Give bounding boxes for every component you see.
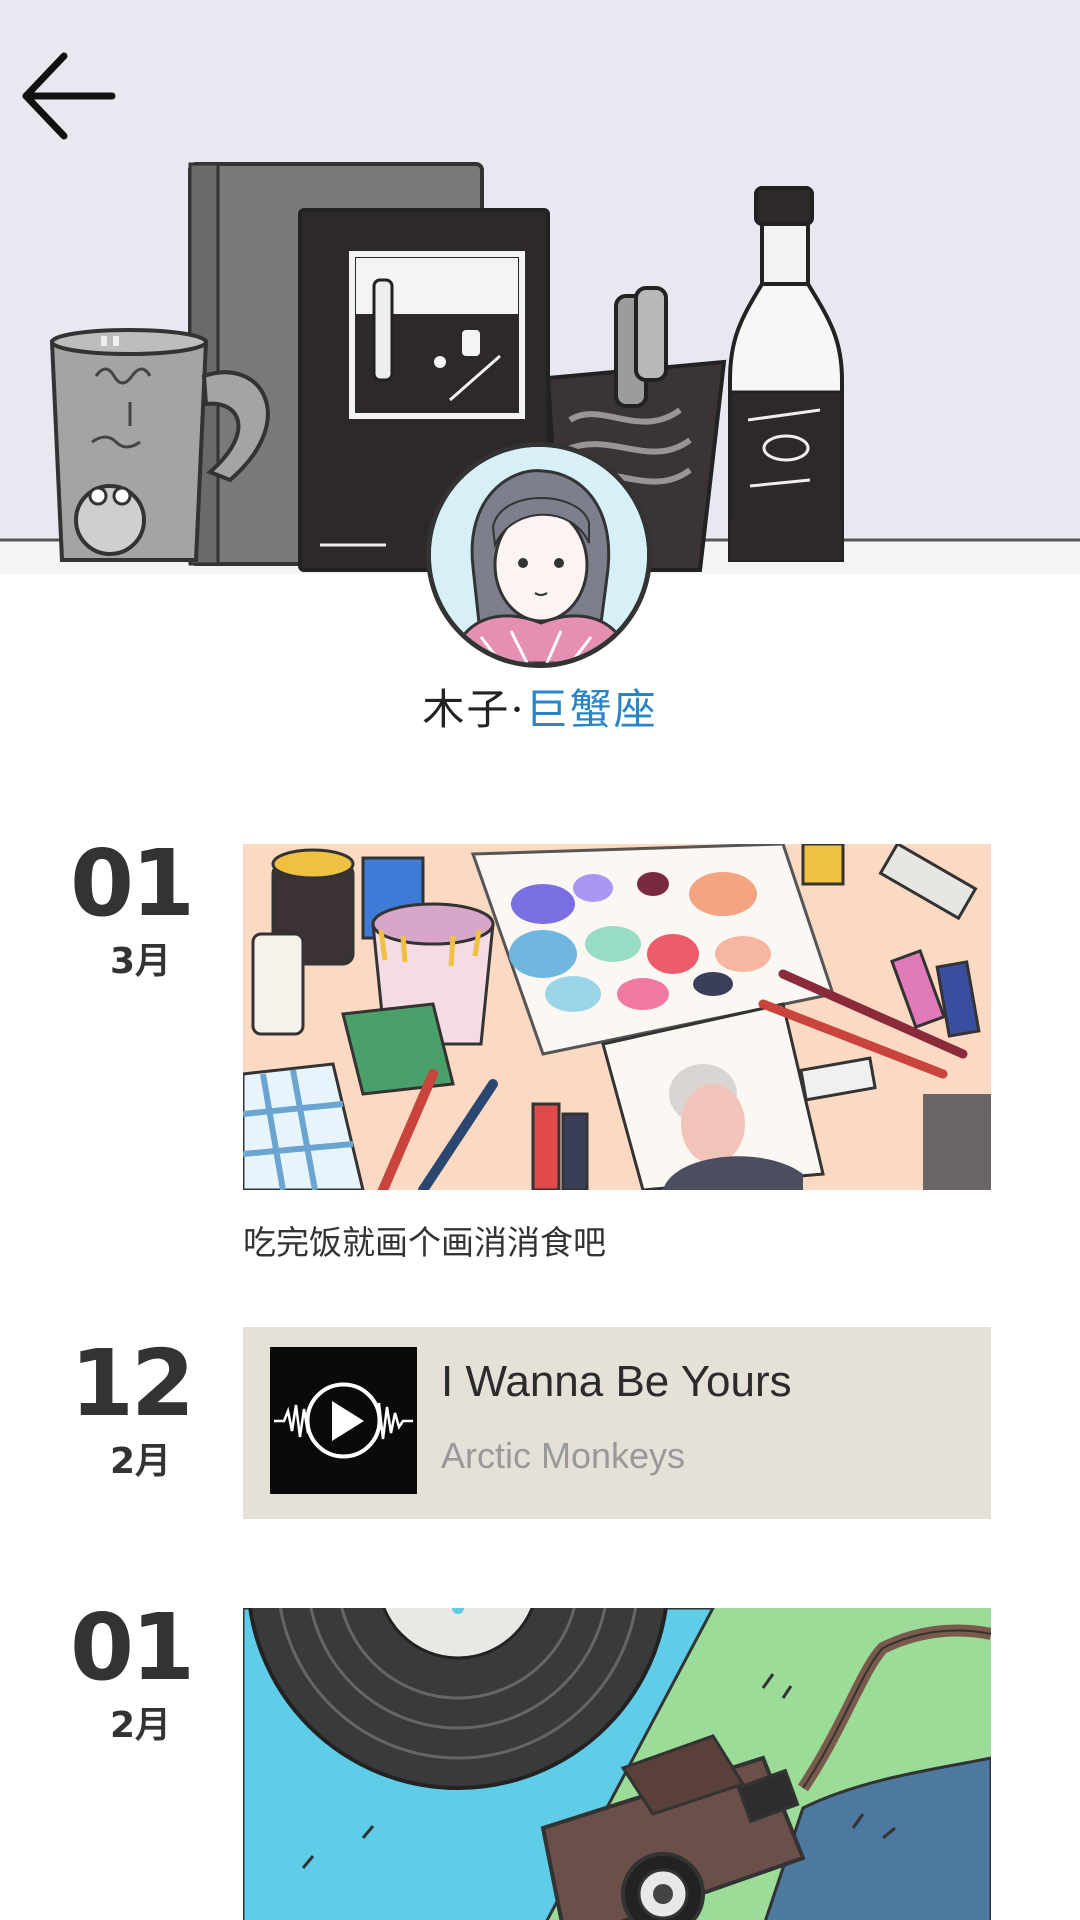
- girl-avatar-icon: [431, 447, 647, 663]
- date-day: 01: [70, 1594, 195, 1701]
- zodiac-text: 巨蟹座: [525, 685, 658, 734]
- song-title: I Wanna Be Yours: [441, 1357, 792, 1406]
- album-cover: [270, 1347, 417, 1494]
- music-card[interactable]: I Wanna Be Yours Arctic Monkeys: [243, 1327, 991, 1519]
- profile-name: 木子·巨蟹座: [0, 676, 1080, 737]
- date-month: 2月: [110, 1705, 172, 1746]
- name-text: 木子·: [422, 685, 526, 734]
- date-month: 3月: [110, 941, 172, 982]
- avatar[interactable]: [426, 442, 652, 668]
- date-month: 2月: [110, 1441, 172, 1482]
- post-image[interactable]: [243, 844, 991, 1190]
- date-block: 01 2月: [70, 1602, 220, 1748]
- date-day: 12: [70, 1330, 195, 1437]
- post-caption: 吃完饭就画个画消消食吧: [243, 1223, 606, 1262]
- vinyl-camera-illustration: [243, 1608, 991, 1920]
- play-waveform-icon: [270, 1347, 417, 1494]
- post-image[interactable]: [243, 1608, 991, 1920]
- date-day: 01: [70, 830, 195, 937]
- song-artist: Arctic Monkeys: [441, 1435, 686, 1476]
- back-button[interactable]: [18, 42, 118, 142]
- profile-screen: 木子·巨蟹座 01 3月 吃完饭就画个画消消食吧 12 2月 I Wanna B…: [0, 0, 1080, 1920]
- date-block: 12 2月: [70, 1338, 220, 1484]
- arrow-left-icon: [22, 52, 116, 140]
- date-block: 01 3月: [70, 838, 220, 984]
- painting-supplies-illustration: [243, 844, 991, 1190]
